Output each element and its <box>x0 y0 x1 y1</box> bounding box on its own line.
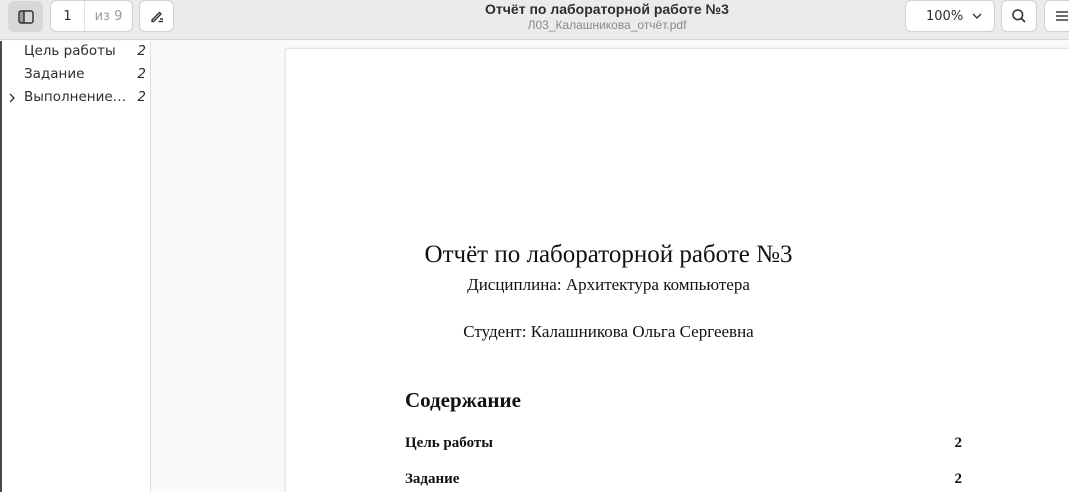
window-title-block: Отчёт по лабораторной работе №3 Л03_Кала… <box>380 0 834 32</box>
hamburger-menu-icon <box>1056 11 1068 21</box>
toc-row[interactable]: Задание 2 <box>405 471 962 488</box>
toc-row-label: Цель работы <box>405 435 493 451</box>
outline-item-task[interactable]: Задание 2 <box>0 64 150 87</box>
annotate-button[interactable] <box>139 0 174 32</box>
search-icon <box>1012 9 1026 23</box>
page-discipline: Дисциплина: Архитектура компьютера <box>467 275 750 294</box>
outline-item-page: 2 <box>137 43 146 59</box>
toc-row-page: 2 <box>954 471 963 487</box>
window-edge-divider <box>0 41 2 492</box>
document-page: Отчёт по лабораторной работе №3 Дисципли… <box>285 48 1069 492</box>
toc-row[interactable]: Цель работы 2 <box>405 435 962 452</box>
window-subtitle-filename: Л03_Калашникова_отчёт.pdf <box>527 18 687 32</box>
outline-item-label: Задание <box>24 66 85 82</box>
sidebar-toggle-button[interactable] <box>8 1 43 32</box>
toc-heading: Содержание <box>405 388 521 412</box>
outline-item-goal[interactable]: Цель работы 2 <box>0 41 150 64</box>
chevron-right-icon[interactable] <box>7 92 17 104</box>
outline-item-page: 2 <box>137 66 146 82</box>
toc-row-label: Задание <box>405 471 460 487</box>
sidebar-icon <box>17 9 34 24</box>
outline-item-execution[interactable]: Выполнение… 2 <box>0 87 150 110</box>
page-student: Студент: Калашникова Ольга Сергеевна <box>463 322 754 341</box>
main-menu-button[interactable] <box>1044 0 1069 32</box>
pencil-icon <box>150 11 163 23</box>
document-viewport[interactable]: Отчёт по лабораторной работе №3 Дисципли… <box>151 41 1069 492</box>
header-bar: 1 из 9 Отчёт по лабораторной работе №3 Л… <box>0 0 1069 40</box>
outline-item-label: Выполнение… <box>24 89 127 105</box>
toc-row-page: 2 <box>954 435 963 451</box>
page-number-input[interactable]: 1 <box>51 1 85 31</box>
outline-sidebar: Цель работы 2 Задание 2 Выполнение… 2 <box>0 41 151 492</box>
outline-item-page: 2 <box>137 89 146 105</box>
zoom-dropdown[interactable]: 100% <box>905 0 995 32</box>
window-title: Отчёт по лабораторной работе №3 <box>485 1 729 17</box>
page-total-label: из 9 <box>94 8 123 24</box>
chevron-down-icon <box>972 13 982 19</box>
page-navigator: 1 из 9 <box>50 0 133 32</box>
page-title: Отчёт по лабораторной работе №3 <box>424 241 793 268</box>
zoom-level: 100% <box>926 8 964 24</box>
outline-item-label: Цель работы <box>24 43 116 59</box>
search-button[interactable] <box>1001 0 1037 32</box>
